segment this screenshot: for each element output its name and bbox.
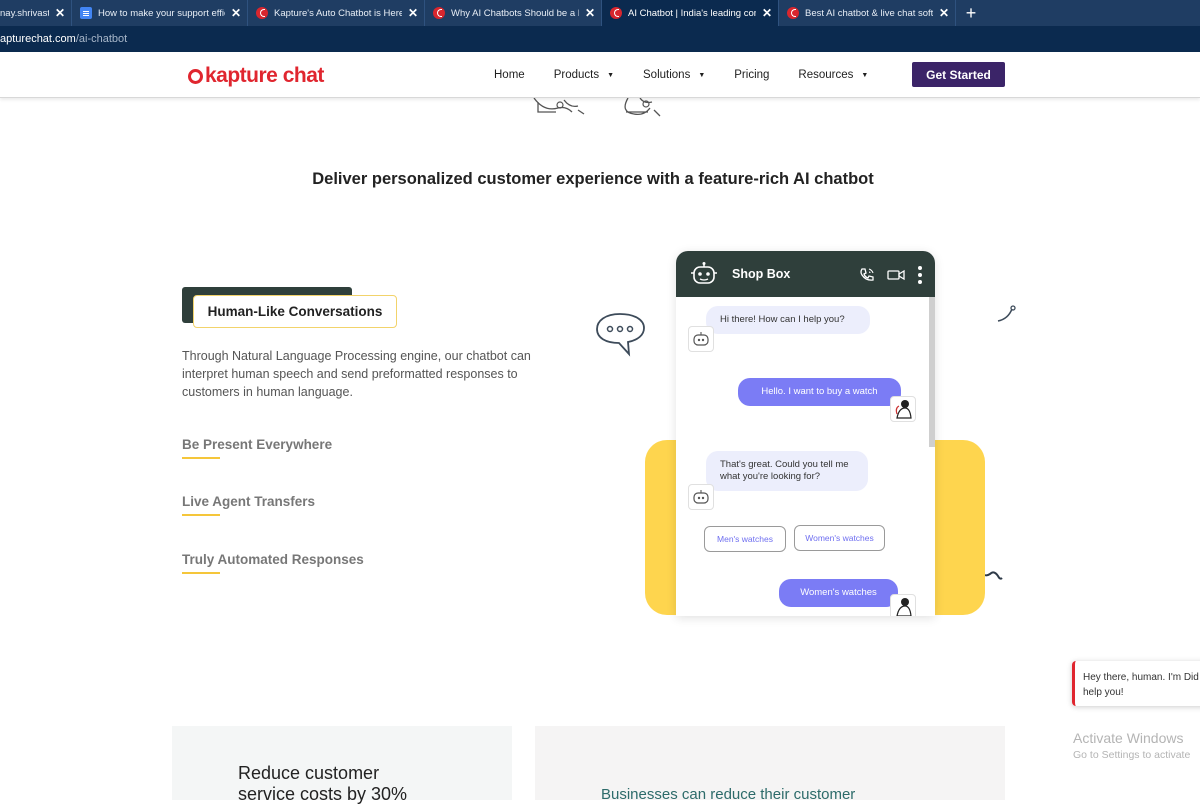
nav-label: Pricing	[734, 69, 770, 81]
tab-title: Best AI chatbot & live chat softw	[805, 7, 933, 19]
feature-label: Live Agent Transfers	[182, 494, 316, 509]
feature-tab-live-agent[interactable]: Live Agent Transfers	[182, 494, 315, 516]
bot-avatar-icon	[691, 262, 717, 284]
cost-reduction-title: Reduce customer service costs by 30%	[238, 763, 408, 804]
watermark-title: Activate Windows	[1073, 730, 1184, 746]
watermark-subtitle: Go to Settings to activate	[1073, 749, 1191, 761]
nav-label: Resources	[798, 69, 854, 81]
close-tab-icon[interactable]: ✕	[231, 6, 241, 20]
browser-tab[interactable]: How to make your support effici ✕	[72, 0, 248, 26]
user-message: Hello. I want to buy a watch	[738, 378, 901, 406]
feature-tab-be-present[interactable]: Be Present Everywhere	[182, 437, 332, 459]
browser-tab[interactable]: Best AI chatbot & live chat softw ✕	[779, 0, 956, 26]
caret-down-icon: ▼	[607, 71, 615, 79]
feature-label: Be Present Everywhere	[182, 437, 333, 452]
close-tab-icon[interactable]: ✕	[408, 6, 418, 20]
caret-down-icon: ▼	[698, 71, 706, 79]
feature-underline	[182, 514, 220, 516]
option-womens-watches[interactable]: Women's watches	[794, 525, 885, 551]
tab-title: AI Chatbot | India's leading conv	[628, 7, 756, 19]
logo-mark-icon	[188, 68, 203, 84]
browser-tab-bar: nay.shrivasta ✕ How to make your support…	[0, 0, 1200, 26]
close-tab-icon[interactable]: ✕	[939, 6, 949, 20]
chat-scrollbar[interactable]	[929, 297, 935, 447]
browser-tab[interactable]: nay.shrivasta ✕	[0, 0, 72, 26]
user-avatar-icon	[890, 594, 916, 616]
tab-title: How to make your support effici	[98, 7, 225, 19]
chat-actions	[859, 265, 923, 285]
feature-tab-human-like[interactable]: Human-Like Conversations	[193, 295, 397, 328]
get-started-button[interactable]: Get Started	[912, 62, 1005, 87]
close-tab-icon[interactable]: ✕	[585, 6, 595, 20]
kapture-favicon-icon	[787, 7, 799, 19]
bot-message: Hi there! How can I help you?	[706, 306, 870, 334]
chat-widget-popup[interactable]: Hey there, human. I'm Did help you!	[1072, 661, 1200, 706]
kapture-favicon-icon	[433, 7, 445, 19]
tab-title: nay.shrivasta	[0, 7, 49, 19]
feature-underline	[182, 457, 220, 459]
site-header: kapture chat Home Products ▼ Solutions ▼ P…	[0, 52, 1200, 98]
cost-reduction-card: Reduce customer service costs by 30%	[172, 726, 512, 804]
browser-tab[interactable]: Why AI Chatbots Should be a Par ✕	[425, 0, 602, 26]
kapture-favicon-icon	[256, 7, 268, 19]
logo-text: kapture chat	[205, 64, 324, 87]
nav-label: Home	[494, 69, 525, 81]
url-host: apturechat.com	[0, 33, 76, 45]
nav-item-pricing[interactable]: Pricing	[734, 69, 769, 81]
chat-header: Shop Box	[676, 251, 935, 297]
chat-mockup: Shop Box Hi there! How can I help you? H…	[676, 251, 935, 616]
url-path: /ai-chatbot	[75, 33, 128, 45]
nav-label: Products	[553, 69, 600, 81]
user-avatar-icon	[890, 396, 916, 422]
speech-bubble-doodle-icon	[596, 313, 645, 357]
more-options-icon[interactable]	[917, 265, 923, 285]
nav-item-products[interactable]: Products ▼	[554, 69, 614, 81]
feature-description: Through Natural Language Processing engi…	[182, 349, 531, 399]
phone-call-icon[interactable]	[859, 267, 875, 283]
kapture-favicon-icon	[610, 7, 622, 19]
new-tab-button[interactable]: +	[956, 0, 986, 26]
feature-tab-automated[interactable]: Truly Automated Responses	[182, 552, 364, 574]
squiggle-doodle-icon	[997, 305, 1016, 322]
section-heading: Deliver personalized customer experience…	[312, 170, 874, 188]
business-card-title: Businesses can reduce their customer	[601, 786, 856, 803]
bot-message: That's great. Could you tell me what you…	[706, 451, 868, 491]
feature-underline	[182, 572, 220, 574]
windows-activation-watermark: Activate Windows Go to Settings to activ…	[1073, 730, 1190, 761]
nav-item-resources[interactable]: Resources ▼	[798, 69, 868, 81]
nav-label: Solutions	[643, 69, 691, 81]
bot-avatar-icon	[688, 484, 714, 510]
nav-item-home[interactable]: Home	[494, 69, 525, 81]
tab-title: Why AI Chatbots Should be a Par	[451, 7, 579, 19]
browser-tab-active[interactable]: AI Chatbot | India's leading conv ✕	[602, 0, 779, 26]
video-call-icon[interactable]	[887, 268, 905, 282]
robot-illustration-icon	[533, 97, 661, 117]
main-nav: Home Products ▼ Solutions ▼ Pricing Resour…	[494, 52, 897, 98]
nav-item-solutions[interactable]: Solutions ▼	[643, 69, 705, 81]
caret-down-icon: ▼	[861, 71, 869, 79]
chat-title: Shop Box	[732, 267, 791, 281]
bot-avatar-icon	[688, 326, 714, 352]
business-card: Businesses can reduce their customer	[535, 726, 1005, 803]
feature-label: Truly Automated Responses	[182, 552, 364, 567]
kapture-logo[interactable]: kapture chat	[188, 64, 324, 88]
address-bar[interactable]: apturechat.com/ai-chatbot	[0, 26, 1200, 52]
docs-icon	[80, 7, 92, 19]
browser-tab[interactable]: Kapture's Auto Chatbot is Here t ✕	[248, 0, 425, 26]
close-tab-icon[interactable]: ✕	[762, 6, 772, 20]
tab-title: Kapture's Auto Chatbot is Here t	[274, 7, 402, 19]
option-mens-watches[interactable]: Men's watches	[704, 526, 786, 552]
user-message: Women's watches	[779, 579, 898, 607]
chat-widget-message: Hey there, human. I'm Did help you!	[1083, 672, 1199, 698]
close-tab-icon[interactable]: ✕	[55, 6, 65, 20]
